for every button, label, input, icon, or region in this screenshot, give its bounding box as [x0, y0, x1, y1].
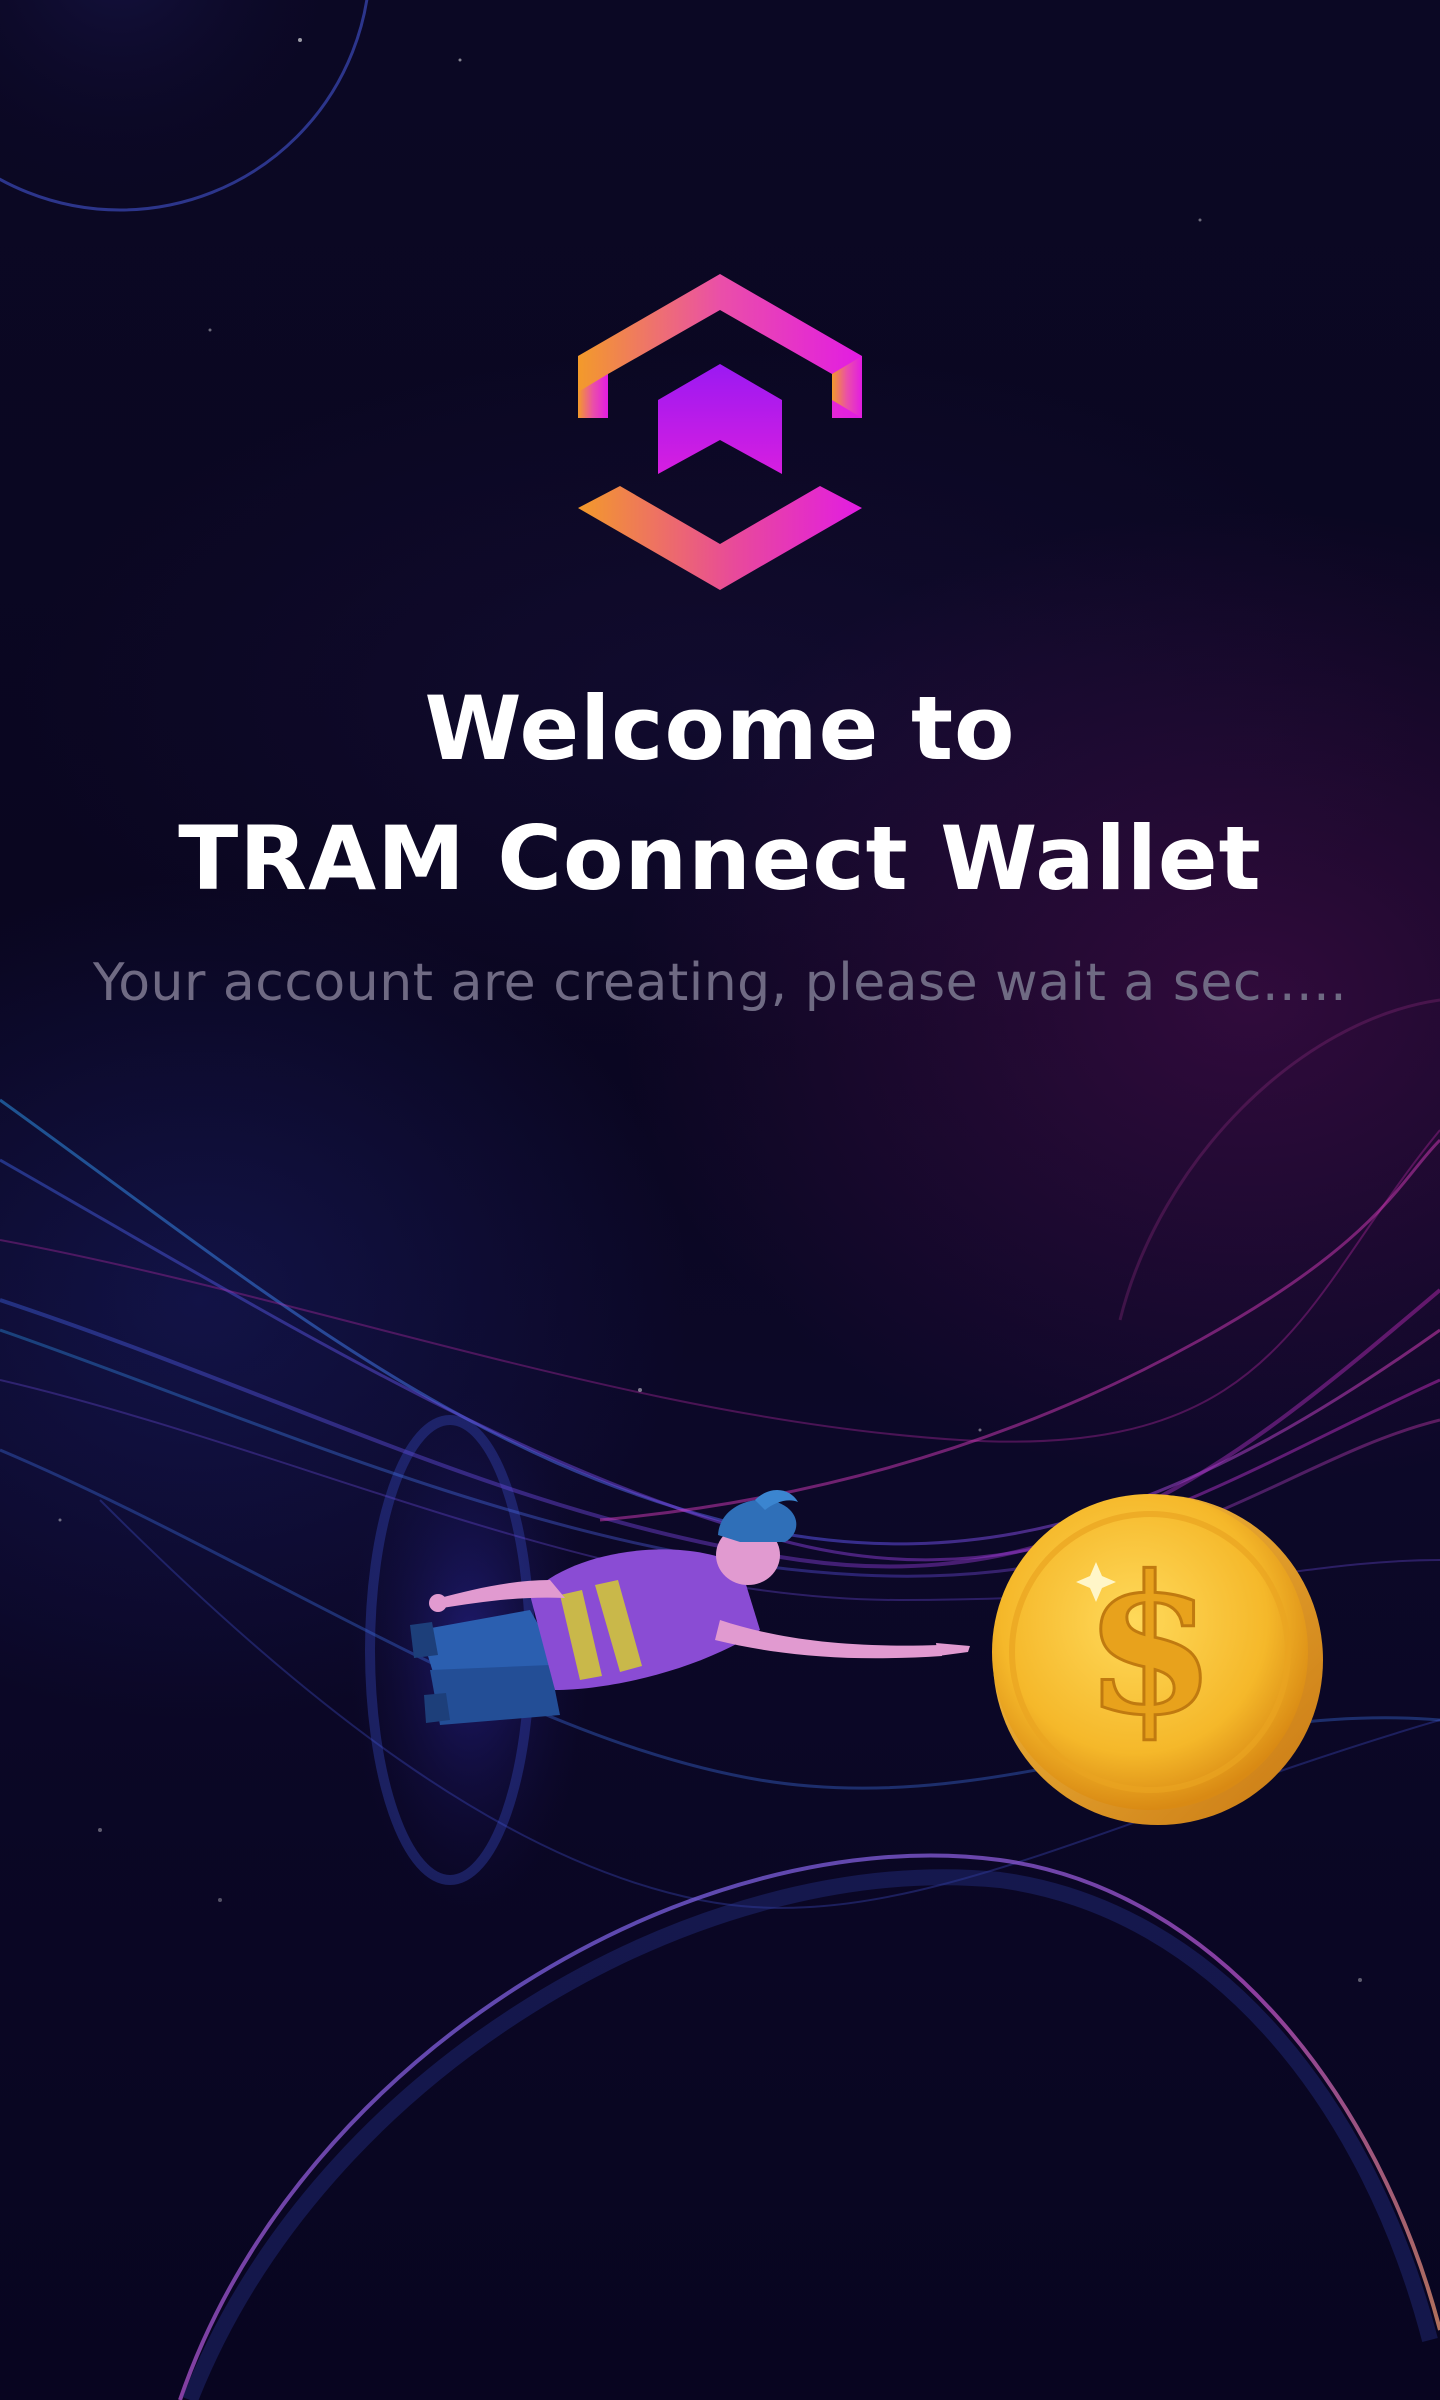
dollar-coin-icon: $ [992, 1494, 1323, 1825]
flying-person [410, 1490, 970, 1725]
welcome-title-line1: Welcome to [424, 677, 1016, 780]
svg-text:$: $ [1084, 1534, 1216, 1757]
welcome-screen: Welcome to TRAM Connect Wallet Your acco… [0, 0, 1440, 2400]
account-creating-status: Your account are creating, please wait a… [92, 953, 1348, 1013]
welcome-title: Welcome to TRAM Connect Wallet [0, 664, 1440, 924]
tram-hexagon-logo-icon [578, 274, 862, 590]
welcome-title-line2: TRAM Connect Wallet [178, 807, 1262, 910]
flying-person-illustration: $ [410, 1490, 1323, 1825]
